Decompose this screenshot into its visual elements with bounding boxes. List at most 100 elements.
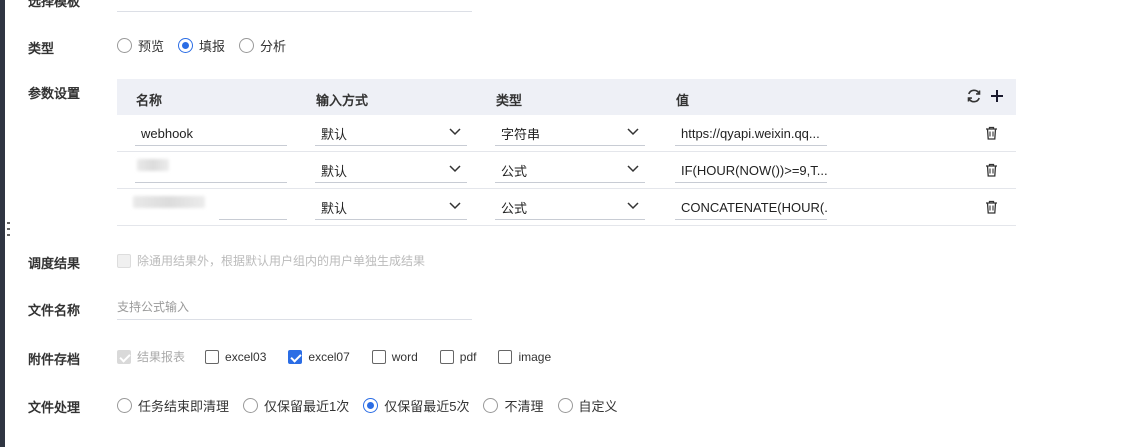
plus-icon[interactable]: [990, 89, 1004, 103]
radio-circle: [239, 38, 255, 53]
input-mode-select[interactable]: 默认: [315, 159, 467, 183]
file-processing-no-clean[interactable]: 不清理: [483, 396, 544, 415]
param-type-select[interactable]: 字符串: [495, 122, 645, 146]
input-mode-value: 默认: [321, 127, 348, 142]
attachment-word[interactable]: word: [371, 349, 418, 364]
blurred-name: [133, 196, 205, 208]
chevron-down-icon: [449, 128, 461, 136]
chevron-down-icon: [627, 165, 639, 173]
input-mode-select[interactable]: 默认: [315, 196, 467, 220]
type-radio-preview[interactable]: 预览: [117, 36, 164, 55]
type-radio-analysis[interactable]: 分析: [239, 36, 286, 55]
header-name: 名称: [136, 93, 163, 108]
checkbox-box: [205, 349, 220, 364]
radio-circle: [117, 398, 132, 413]
params-table-header: 名称 输入方式 类型 值: [117, 79, 1016, 115]
attachment-label: 附件存档: [28, 352, 81, 367]
params-label: 参数设置: [28, 86, 81, 101]
radio-label: 不清理: [504, 399, 544, 414]
checkbox-box: [371, 349, 386, 364]
file-name-input[interactable]: [117, 296, 472, 318]
radio-label: 任务结束即清理: [138, 399, 230, 414]
param-value-input[interactable]: IF(HOUR(NOW())>=9,T...: [675, 159, 827, 183]
param-value-text: IF(HOUR(NOW())>=9,T...: [681, 163, 827, 178]
input-mode-value: 默认: [321, 201, 348, 216]
input-mode-value: 默认: [321, 164, 348, 179]
refresh-icon[interactable]: [966, 88, 982, 104]
trash-icon[interactable]: [985, 163, 998, 177]
type-label: 类型: [28, 41, 55, 56]
radio-label: 填报: [199, 39, 226, 54]
param-name-value: webhook: [141, 126, 194, 141]
schedule-result-group: 除通用结果外，根据默认用户组内的用户单独生成结果: [117, 252, 447, 269]
file-processing-clean-on-finish[interactable]: 任务结束即清理: [117, 396, 229, 415]
checkbox-label: excel03: [225, 349, 267, 364]
input-mode-select[interactable]: 默认: [315, 122, 467, 146]
checkbox-box: [288, 349, 303, 364]
table-row: 默认 公式 IF(HOUR(NOW())>=9,T...: [117, 152, 1016, 189]
template-select[interactable]: ─── ──── ──── ──: [117, 0, 472, 12]
trash-icon[interactable]: [985, 126, 998, 140]
param-value-input[interactable]: CONCATENATE(HOUR(...: [675, 196, 827, 220]
trash-icon[interactable]: [985, 200, 998, 214]
attachment-excel07[interactable]: excel07: [288, 349, 350, 364]
params-table: 名称 输入方式 类型 值 webhook 默认 字符串 https://qyap…: [117, 79, 1016, 226]
table-row: 默认 公式 CONCATENATE(HOUR(...: [117, 189, 1016, 226]
param-value-text: CONCATENATE(HOUR(...: [681, 200, 827, 215]
blurred-name: [137, 159, 169, 171]
radio-label: 分析: [260, 39, 287, 54]
checkbox-box: [439, 349, 454, 364]
radio-circle: [483, 398, 499, 413]
header-type: 类型: [496, 93, 523, 108]
radio-label: 自定义: [578, 399, 618, 414]
param-value-text: https://qyapi.weixin.qq...: [681, 126, 820, 141]
file-name-label: 文件名称: [28, 303, 81, 318]
file-processing-label: 文件处理: [28, 400, 81, 415]
radio-circle: [117, 38, 132, 53]
template-value-blurred: ─── ──── ──── ──: [119, 0, 240, 6]
param-type-select[interactable]: 公式: [495, 196, 645, 220]
header-value: 值: [676, 93, 690, 108]
radio-label: 仅保留最近1次: [264, 399, 350, 414]
task-settings-form: 选择模板 ─── ──── ──── ── 类型 预览 填报 分析 参数设置 名…: [0, 0, 1134, 447]
left-sidebar-edge: [0, 0, 5, 447]
file-processing-keep-last-5[interactable]: 仅保留最近5次: [363, 396, 469, 415]
checkbox-label: 结果报表: [137, 350, 186, 364]
file-processing-radio-group: 任务结束即清理 仅保留最近1次 仅保留最近5次 不清理 自定义: [117, 396, 632, 415]
template-label: 选择模板: [28, 0, 81, 9]
radio-circle: [363, 398, 379, 413]
radio-circle: [178, 38, 194, 53]
attachment-pdf[interactable]: pdf: [439, 349, 477, 364]
file-processing-keep-last-1[interactable]: 仅保留最近1次: [243, 396, 349, 415]
param-type-value: 公式: [501, 201, 528, 216]
file-processing-custom[interactable]: 自定义: [557, 396, 618, 415]
resize-handle[interactable]: [7, 222, 10, 236]
radio-circle: [557, 398, 573, 413]
attachment-excel03[interactable]: excel03: [205, 349, 267, 364]
checkbox-box: [117, 349, 131, 364]
param-name-input[interactable]: [219, 196, 287, 220]
checkbox-label: image: [518, 349, 552, 364]
param-type-value: 字符串: [501, 127, 541, 142]
checkbox-label: word: [391, 349, 418, 364]
param-value-input[interactable]: https://qyapi.weixin.qq...: [675, 122, 827, 146]
attachment-image[interactable]: image: [498, 349, 552, 364]
table-row: webhook 默认 字符串 https://qyapi.weixin.qq..…: [117, 115, 1016, 152]
attachment-checkbox-group: 结果报表 excel03 excel07 word pdf image: [117, 348, 573, 365]
radio-label: 仅保留最近5次: [384, 399, 470, 414]
chevron-down-icon: [449, 202, 461, 210]
attachment-result-report[interactable]: 结果报表: [117, 348, 185, 365]
file-name-field[interactable]: [117, 296, 472, 320]
chevron-down-icon: [627, 128, 639, 136]
checkbox-box: [117, 253, 131, 268]
param-type-select[interactable]: 公式: [495, 159, 645, 183]
checkbox-box: [498, 349, 513, 364]
checkbox-label: excel07: [308, 349, 350, 364]
checkbox-label: pdf: [459, 349, 477, 364]
chevron-down-icon: [627, 202, 639, 210]
type-radio-fill[interactable]: 填报: [178, 36, 225, 55]
param-name-input[interactable]: webhook: [135, 122, 287, 146]
schedule-result-checkbox[interactable]: 除通用结果外，根据默认用户组内的用户单独生成结果: [117, 252, 425, 269]
type-radio-group: 预览 填报 分析: [117, 36, 300, 55]
header-input-mode: 输入方式: [316, 93, 369, 108]
